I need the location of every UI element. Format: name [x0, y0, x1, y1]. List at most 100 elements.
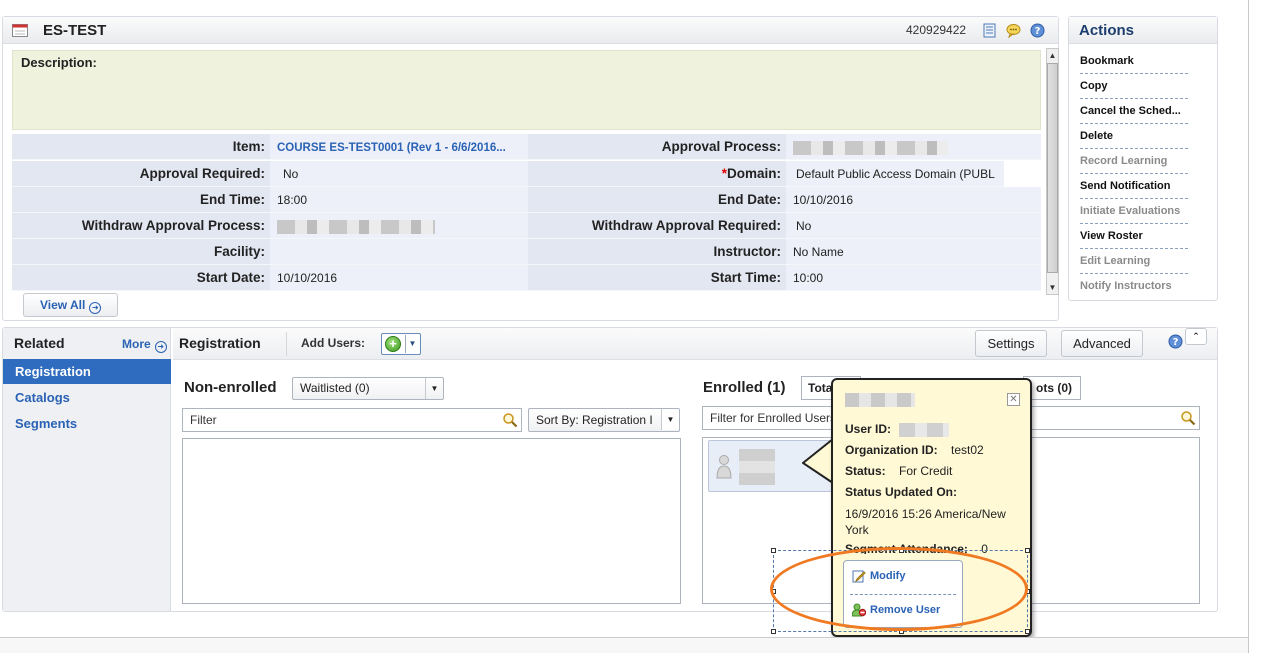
description-box: Description:	[12, 50, 1041, 130]
status-bar	[0, 637, 1248, 653]
approval-required-value: No	[270, 161, 528, 187]
action-edit-learning: Edit Learning	[1080, 249, 1188, 274]
popup-status: Status: For Credit	[845, 464, 953, 478]
view-all-button[interactable]: View All ➜	[23, 293, 118, 317]
detail-row: Withdraw Approval Process: Withdraw Appr…	[12, 213, 1041, 239]
chevron-down-icon: ▼	[425, 378, 443, 399]
popup-user-id: User ID:	[845, 422, 950, 437]
end-time-label: End Time:	[12, 187, 270, 213]
chevron-down-icon[interactable]: ▼	[405, 335, 419, 353]
action-initiate-evaluations: Initiate Evaluations	[1080, 199, 1188, 224]
item-label: Item:	[12, 134, 270, 160]
add-users-button[interactable]: + ▼	[381, 333, 421, 355]
registration-header: Registration Add Users: + ▼ Settings Adv…	[173, 328, 1217, 360]
resize-handle[interactable]	[771, 548, 776, 553]
comment-icon[interactable]	[1006, 23, 1021, 38]
sort-select[interactable]: Sort By: Registration I ▼	[528, 408, 680, 432]
withdraw-process-label: Withdraw Approval Process:	[12, 213, 270, 239]
popup-status-updated-value: 16/9/2016 15:26 America/New York	[845, 507, 1006, 537]
actions-header: Actions	[1069, 17, 1217, 44]
facility-label: Facility:	[12, 239, 270, 265]
scroll-down-arrow[interactable]: ▼	[1047, 281, 1058, 294]
related-sidebar: Related More ➜ Registration Catalogs Segm…	[3, 328, 171, 611]
vertical-scrollbar[interactable]: ▲ ▼	[1046, 48, 1059, 295]
withdraw-required-value: No	[786, 213, 1041, 239]
domain-label: *Domain:	[528, 161, 786, 187]
action-record-learning: Record Learning	[1080, 149, 1188, 174]
course-detail-panel: ES-TEST 420929422 ? Description: Item: C…	[2, 16, 1059, 321]
start-date-label: Start Date:	[12, 265, 270, 291]
collapse-icon[interactable]: ⌃	[1185, 328, 1207, 345]
redacted-value	[899, 422, 950, 437]
end-date-label: End Date:	[528, 187, 786, 213]
redacted-user-name	[845, 393, 915, 407]
svg-text:?: ?	[1173, 337, 1179, 348]
page-title: ES-TEST	[43, 22, 107, 39]
item-value[interactable]: COURSE ES-TEST0001 (Rev 1 - 6/6/2016...	[270, 134, 528, 160]
help-icon[interactable]: ?	[1030, 23, 1045, 38]
window-right-edge	[1248, 0, 1264, 653]
action-cancel-schedule[interactable]: Cancel the Sched...	[1080, 99, 1188, 124]
end-time-value: 18:00	[270, 187, 528, 213]
more-link[interactable]: More ➜	[122, 337, 167, 353]
related-item-segments[interactable]: Segments	[3, 411, 171, 436]
description-label: Description:	[21, 55, 97, 70]
document-icon[interactable]	[982, 23, 997, 38]
user-icon	[716, 455, 732, 479]
withdraw-process-value	[270, 213, 528, 239]
redacted-value	[793, 140, 948, 155]
actions-panel: Actions Bookmark Copy Cancel the Sched..…	[1068, 16, 1218, 301]
detail-table: Item: COURSE ES-TEST0001 (Rev 1 - 6/6/20…	[12, 134, 1041, 292]
help-icon[interactable]: ?	[1168, 334, 1183, 349]
action-view-roster[interactable]: View Roster	[1080, 224, 1188, 249]
action-copy[interactable]: Copy	[1080, 74, 1188, 99]
resize-handle[interactable]	[1025, 548, 1030, 553]
withdraw-required-label: Withdraw Approval Required:	[528, 213, 786, 239]
plus-icon: +	[385, 336, 401, 352]
add-users-label: Add Users:	[301, 336, 366, 350]
related-item-catalogs[interactable]: Catalogs	[3, 385, 171, 410]
non-enrolled-list[interactable]	[182, 438, 681, 604]
search-icon[interactable]	[502, 412, 518, 428]
waitlist-select[interactable]: Waitlisted (0) ▼	[292, 377, 444, 400]
related-title: Related	[14, 335, 65, 351]
non-enrolled-filter-input[interactable]: Filter	[182, 408, 522, 432]
non-enrolled-title: Non-enrolled	[184, 379, 277, 396]
svg-text:?: ?	[1035, 26, 1041, 37]
action-bookmark[interactable]: Bookmark	[1080, 49, 1188, 74]
scroll-thumb[interactable]	[1047, 63, 1058, 273]
approval-process-value	[786, 134, 1041, 160]
start-time-label: Start Time:	[528, 265, 786, 291]
advanced-button[interactable]: Advanced	[1061, 330, 1143, 357]
detail-row: Approval Required: No *Domain: Default P…	[12, 161, 1041, 187]
actions-title: Actions	[1079, 22, 1135, 39]
arrow-right-icon: ➜	[89, 302, 102, 314]
chevron-down-icon: ▼	[661, 409, 679, 430]
resize-handle[interactable]	[1025, 629, 1030, 634]
action-delete[interactable]: Delete	[1080, 124, 1188, 149]
scroll-up-arrow[interactable]: ▲	[1047, 49, 1058, 62]
search-icon[interactable]	[1180, 410, 1196, 426]
registration-title: Registration	[179, 335, 261, 351]
resize-handle[interactable]	[771, 629, 776, 634]
course-header: ES-TEST 420929422 ?	[3, 17, 1058, 44]
action-send-notification[interactable]: Send Notification	[1080, 174, 1188, 199]
related-panel: Related More ➜ Registration Catalogs Segm…	[2, 327, 1218, 612]
enrolled-title: Enrolled (1)	[703, 379, 786, 396]
instructor-value: No Name	[786, 239, 1041, 265]
item-link[interactable]: COURSE ES-TEST0001 (Rev 1 - 6/6/2016...	[277, 142, 506, 154]
instructor-label: Instructor:	[528, 239, 786, 265]
record-id: 420929422	[906, 23, 967, 37]
redacted-value	[277, 219, 435, 234]
action-notify-instructors: Notify Instructors	[1080, 280, 1172, 292]
popup-status-updated-label: Status Updated On:	[845, 485, 958, 499]
approval-required-label: Approval Required:	[12, 161, 270, 187]
settings-button[interactable]: Settings	[975, 330, 1047, 357]
detail-row: Start Date: 10/10/2016 Start Time: 10:00	[12, 265, 1041, 291]
close-icon[interactable]: ✕	[1007, 393, 1020, 406]
start-time-value: 10:00	[786, 265, 1041, 291]
divider	[286, 332, 287, 356]
related-item-registration[interactable]: Registration	[3, 359, 171, 384]
highlight-annotation	[770, 547, 1028, 631]
domain-value: Default Public Access Domain (PUBL	[786, 161, 1004, 187]
